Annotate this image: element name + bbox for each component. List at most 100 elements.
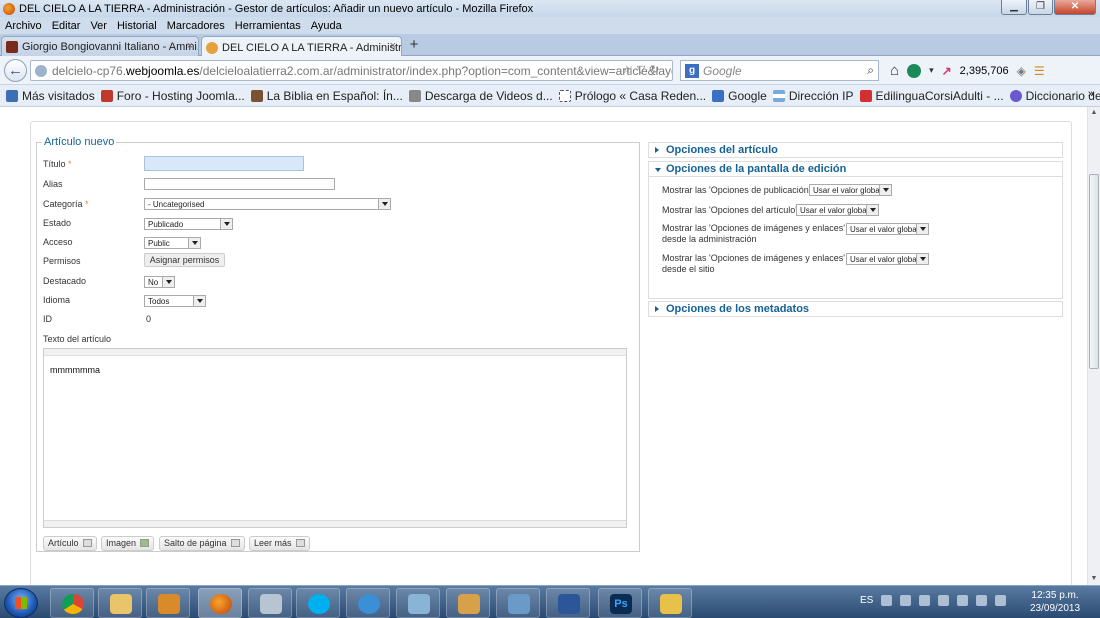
ie-taskbar-button[interactable] bbox=[346, 588, 390, 618]
bookmark-star-icon[interactable]: ☆ bbox=[622, 63, 632, 76]
close-window-button[interactable]: ✕ bbox=[1054, 0, 1096, 15]
chevron-down-icon[interactable]: ▾ bbox=[929, 65, 934, 76]
bookmark-item[interactable]: Prólogo « Casa Reden... bbox=[558, 89, 706, 103]
mail-icon bbox=[660, 594, 682, 614]
chevron-right-icon[interactable]: » bbox=[1088, 88, 1094, 100]
read-more-button[interactable]: Leer más bbox=[249, 536, 310, 551]
article-options-toggle[interactable]: Opciones del artículo bbox=[648, 142, 1063, 158]
menu-herramientas[interactable]: Herramientas bbox=[235, 20, 301, 32]
language-select[interactable]: Todos bbox=[144, 295, 206, 307]
scrollbar-thumb[interactable] bbox=[1089, 174, 1099, 369]
assign-permissions-button[interactable]: Asignar permisos bbox=[144, 253, 225, 267]
page-content: Artículo nuevo Título * Alias Categoría … bbox=[0, 107, 1087, 585]
power-icon[interactable] bbox=[995, 595, 1007, 606]
title-input[interactable] bbox=[144, 156, 304, 171]
bible-icon bbox=[250, 89, 263, 102]
tab-giorgio[interactable]: Giorgio Bongiovanni Italiano - Ammi... × bbox=[1, 36, 199, 57]
network-icon[interactable] bbox=[957, 595, 969, 606]
editor-content[interactable]: mmmmmma bbox=[44, 356, 626, 384]
access-select[interactable]: Public bbox=[144, 237, 201, 249]
start-button[interactable] bbox=[4, 588, 38, 618]
media-player-taskbar-button[interactable] bbox=[146, 588, 190, 618]
mail-taskbar-button[interactable] bbox=[648, 588, 692, 618]
minimize-button[interactable]: ▁ bbox=[1001, 0, 1027, 15]
featured-select[interactable]: No bbox=[144, 276, 175, 288]
close-tab-icon[interactable]: × bbox=[187, 40, 193, 52]
menu-ver[interactable]: Ver bbox=[90, 20, 107, 32]
tray-icon[interactable] bbox=[881, 595, 893, 606]
editor-statusbar bbox=[44, 520, 626, 527]
page-break-button[interactable]: Salto de página bbox=[159, 536, 245, 551]
menu-bar: Archivo Editar Ver Historial Marcadores … bbox=[0, 17, 1100, 34]
article-text-editor[interactable]: mmmmmma bbox=[43, 348, 627, 528]
page-scrollbar[interactable]: ▲ ▼ bbox=[1087, 107, 1100, 585]
bookmark-item[interactable]: Google bbox=[712, 89, 767, 103]
menu-archivo[interactable]: Archivo bbox=[5, 20, 42, 32]
tray-icon[interactable] bbox=[900, 595, 912, 606]
close-tab-icon[interactable]: × bbox=[390, 40, 396, 52]
new-tab-button[interactable]: + bbox=[404, 37, 424, 54]
language-indicator[interactable]: ES bbox=[860, 595, 873, 606]
show-images-admin-select[interactable]: Usar el valor global bbox=[846, 223, 929, 235]
system-clock[interactable]: 12:35 p.m. 23/09/2013 bbox=[1030, 589, 1080, 615]
insert-image-button[interactable]: Imagen bbox=[101, 536, 155, 551]
paint-taskbar-button[interactable] bbox=[446, 588, 490, 618]
flag-tray-icon[interactable] bbox=[938, 595, 950, 606]
volume-icon[interactable] bbox=[976, 595, 988, 606]
show-article-options-select[interactable]: Usar el valor global bbox=[796, 204, 879, 216]
tab-del-cielo[interactable]: DEL CIELO A LA TIERRA - Administra... × bbox=[201, 36, 402, 58]
back-button[interactable]: ← bbox=[4, 59, 27, 82]
home-icon[interactable]: ⌂ bbox=[890, 62, 899, 79]
image-icon bbox=[140, 539, 150, 547]
bookmark-item[interactable]: Diccionario de la leng... bbox=[1009, 89, 1100, 103]
google-engine-icon[interactable]: g bbox=[685, 63, 699, 78]
app-taskbar-button[interactable] bbox=[396, 588, 440, 618]
bookmark-item[interactable]: EdilinguaCorsiAdulti - ... bbox=[859, 89, 1004, 103]
show-images-site-select[interactable]: Usar el valor global bbox=[846, 253, 929, 265]
language-label: Idioma bbox=[43, 295, 71, 305]
bookmark-item[interactable]: La Biblia en Español: Ín... bbox=[250, 89, 403, 103]
url-bar[interactable]: delcielo-cp76. webjoomla.es/delcieloalati… bbox=[30, 60, 673, 81]
menu-editar[interactable]: Editar bbox=[52, 20, 81, 32]
explorer-taskbar-button[interactable] bbox=[98, 588, 142, 618]
photos-taskbar-button[interactable] bbox=[496, 588, 540, 618]
bookmark-item[interactable]: Más visitados bbox=[6, 89, 95, 103]
access-label: Acceso bbox=[43, 237, 73, 247]
reload-icon[interactable]: ↻ bbox=[650, 63, 659, 76]
menu-marcadores[interactable]: Marcadores bbox=[167, 20, 225, 32]
firefox-taskbar-button[interactable] bbox=[198, 588, 242, 618]
alexa-rank: 2,395,706 bbox=[959, 64, 1009, 77]
addon-icon[interactable] bbox=[907, 63, 922, 78]
tray-icon[interactable] bbox=[919, 595, 931, 606]
bookmark-item[interactable]: Foro - Hosting Joomla... bbox=[100, 89, 245, 103]
menu-icon[interactable]: ☰ bbox=[1034, 64, 1045, 78]
search-box[interactable]: g Google ⌕ bbox=[680, 60, 879, 81]
menu-historial[interactable]: Historial bbox=[117, 20, 157, 32]
url-prefix: delcielo-cp76. bbox=[52, 63, 127, 78]
scroll-up-icon[interactable]: ▲ bbox=[1088, 107, 1100, 119]
google-icon bbox=[712, 89, 725, 102]
maximize-button[interactable]: ❐ bbox=[1028, 0, 1053, 15]
search-icon[interactable]: ⌕ bbox=[867, 63, 874, 78]
bookmark-item[interactable]: Dirección IP bbox=[772, 89, 854, 103]
flag-icon bbox=[772, 89, 785, 102]
state-select[interactable]: Publicado bbox=[144, 218, 233, 230]
chrome-taskbar-button[interactable] bbox=[50, 588, 94, 618]
alexa-icon[interactable]: ↗ bbox=[942, 64, 952, 78]
show-publishing-options-select[interactable]: Usar el valor global bbox=[809, 184, 892, 196]
dropdown-arrow-icon[interactable]: ▽ bbox=[637, 63, 645, 76]
window-title: DEL CIELO A LA TIERRA - Administración -… bbox=[19, 2, 534, 15]
category-select[interactable]: - Uncategorised bbox=[144, 198, 391, 210]
scroll-down-icon[interactable]: ▼ bbox=[1088, 573, 1100, 585]
photoshop-taskbar-button[interactable]: Ps bbox=[598, 588, 642, 618]
alias-label: Alias bbox=[43, 179, 63, 189]
alias-input[interactable] bbox=[144, 178, 335, 190]
bookmark-item[interactable]: Descarga de Videos d... bbox=[408, 89, 553, 103]
calculator-taskbar-button[interactable] bbox=[248, 588, 292, 618]
word-taskbar-button[interactable] bbox=[546, 588, 590, 618]
insert-article-button[interactable]: Artículo bbox=[43, 536, 97, 551]
menu-ayuda[interactable]: Ayuda bbox=[311, 20, 342, 32]
metadata-options-toggle[interactable]: Opciones de los metadatos bbox=[648, 301, 1063, 317]
skype-taskbar-button[interactable] bbox=[296, 588, 340, 618]
shield-icon[interactable]: ◈ bbox=[1017, 64, 1026, 78]
